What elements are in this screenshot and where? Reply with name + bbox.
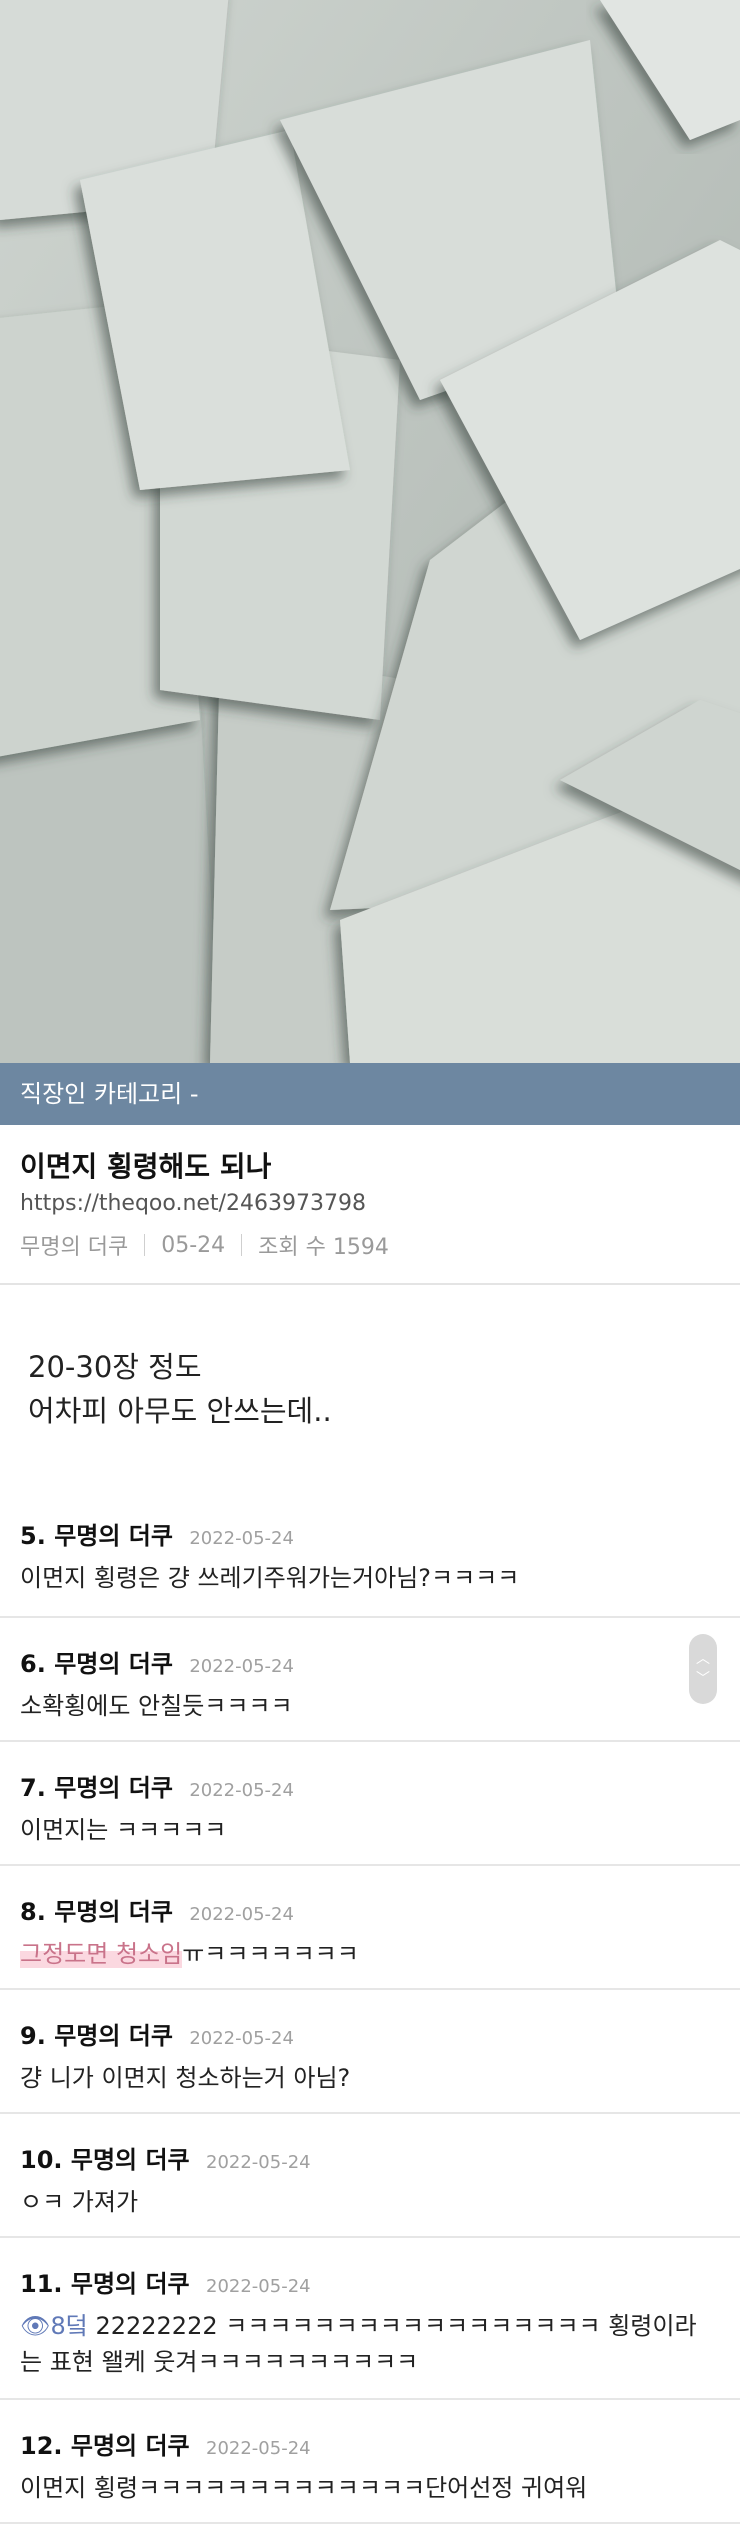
category-label: 직장인 카테고리 - — [20, 1080, 199, 1108]
comment-item: 12. 무명의 더쿠 2022-05-24 이면지 횡령ㅋㅋㅋㅋㅋㅋㅋㅋㅋㅋㅋㅋ… — [0, 2400, 740, 2524]
comment-number: 7. — [20, 1774, 46, 1802]
comment-text-rest: 22222222 ㅋㅋㅋㅋㅋㅋㅋㅋㅋㅋㅋㅋㅋㅋㅋㅋㅋ 횡령이라는 표현 왤케 웃… — [20, 2312, 697, 2376]
comment-date: 2022-05-24 — [206, 2276, 311, 2297]
scroll-control[interactable]: ︿ ﹀ — [689, 1634, 717, 1704]
comment-header: 12. 무명의 더쿠 2022-05-24 — [20, 2426, 311, 2461]
comment-date: 2022-05-24 — [189, 2028, 294, 2049]
post-header: 이면지 횡령해도 되나 https://theqoo.net/246397379… — [0, 1125, 740, 1285]
comment-author: 무명의 더쿠 — [54, 1522, 173, 1550]
comment-header: 9. 무명의 더쿠 2022-05-24 — [20, 2016, 294, 2051]
comment-date: 2022-05-24 — [206, 2438, 311, 2459]
comment-number: 8. — [20, 1898, 46, 1926]
comment-header: 5. 무명의 더쿠 2022-05-24 — [20, 1516, 294, 1551]
comment-text: 이면지는 ㅋㅋㅋㅋㅋ — [20, 1816, 227, 1844]
comment-text-rest: ㅠㅋㅋㅋㅋㅋㅋㅋ — [182, 1940, 359, 1968]
comment-item: 9. 무명의 더쿠 2022-05-24 걍 니가 이면지 청소하는거 아님? — [0, 1990, 740, 2114]
post-views: 조회 수 1594 — [258, 1235, 389, 1260]
comment-number: 10. — [20, 2146, 63, 2174]
comment-text: 이면지 횡령은 걍 쓰레기주워가는거아님?ㅋㅋㅋㅋ — [20, 1564, 520, 1592]
comment-header: 6. 무명의 더쿠 2022-05-24 — [20, 1644, 294, 1679]
meta-divider — [241, 1234, 243, 1256]
comment-item: 6. 무명의 더쿠 2022-05-24 소확횡에도 안칠듯ㅋㅋㅋㅋ — [0, 1618, 740, 1742]
comment-text: 👁8덬 22222222 ㅋㅋㅋㅋㅋㅋㅋㅋㅋㅋㅋㅋㅋㅋㅋㅋㅋ 횡령이라는 표현 … — [20, 2308, 716, 2380]
comment-author: 무명의 더쿠 — [54, 1774, 173, 1802]
comment-header: 10. 무명의 더쿠 2022-05-24 — [20, 2140, 311, 2175]
comment-author: 무명의 더쿠 — [70, 2270, 190, 2298]
paper-sheets-illustration — [0, 0, 740, 1063]
post-url-link[interactable]: https://theqoo.net/2463973798 — [20, 1191, 366, 1216]
post-body-line: 어차피 아무도 안쓰는데.. — [28, 1394, 332, 1428]
comment-item: 5. 무명의 더쿠 2022-05-24 이면지 횡령은 걍 쓰레기주워가는거아… — [0, 1490, 740, 1616]
eye-mention-link[interactable]: 👁8덬 — [20, 2312, 88, 2340]
comment-item: 7. 무명의 더쿠 2022-05-24 이면지는 ㅋㅋㅋㅋㅋ — [0, 1742, 740, 1866]
post-meta: 무명의 더쿠 05-24 조회 수 1594 — [20, 1229, 389, 1261]
hero-image — [0, 0, 740, 1063]
comment-header: 7. 무명의 더쿠 2022-05-24 — [20, 1768, 294, 1803]
comment-date: 2022-05-24 — [189, 1656, 294, 1677]
comment-number: 5. — [20, 1522, 46, 1550]
comment-author: 무명의 더쿠 — [70, 2146, 190, 2174]
comment-item: 10. 무명의 더쿠 2022-05-24 ㅇㅋ 가져가 — [0, 2114, 740, 2238]
comment-text: 걍 니가 이면지 청소하는거 아님? — [20, 2064, 351, 2092]
comment-date: 2022-05-24 — [189, 1780, 294, 1801]
comment-date: 2022-05-24 — [206, 2152, 311, 2173]
chevron-down-icon[interactable]: ﹀ — [696, 1672, 710, 1686]
comment-date: 2022-05-24 — [189, 1904, 294, 1925]
comment-item: 8. 무명의 더쿠 2022-05-24 그정도면 청소임ㅠㅋㅋㅋㅋㅋㅋㅋ — [0, 1866, 740, 1990]
comment-text: 그정도면 청소임ㅠㅋㅋㅋㅋㅋㅋㅋ — [20, 1936, 716, 1972]
comment-author: 무명의 더쿠 — [54, 1650, 173, 1678]
comment-text: 이면지 횡령ㅋㅋㅋㅋㅋㅋㅋㅋㅋㅋㅋㅋㅋ단어선정 귀여워 — [20, 2474, 588, 2502]
comment-text: 소확횡에도 안칠듯ㅋㅋㅋㅋ — [20, 1692, 293, 1720]
post-body: 20-30장 정도 어차피 아무도 안쓰는데.. — [28, 1345, 332, 1433]
post-date: 05-24 — [161, 1232, 226, 1258]
comment-number: 12. — [20, 2432, 63, 2460]
comment-number: 11. — [20, 2270, 63, 2298]
comment-item: 11. 무명의 더쿠 2022-05-24 👁8덬 22222222 ㅋㅋㅋㅋㅋ… — [0, 2238, 740, 2400]
category-bar[interactable]: 직장인 카테고리 - — [0, 1063, 740, 1125]
comment-author: 무명의 더쿠 — [54, 1898, 173, 1926]
comment-text: ㅇㅋ 가져가 — [20, 2188, 139, 2216]
comment-author: 무명의 더쿠 — [70, 2432, 190, 2460]
comment-header: 8. 무명의 더쿠 2022-05-24 — [20, 1892, 294, 1927]
post-body-line: 20-30장 정도 — [28, 1350, 202, 1384]
post-author: 무명의 더쿠 — [20, 1235, 129, 1260]
highlighted-text: 그정도면 청소임 — [20, 1940, 183, 1968]
comment-number: 6. — [20, 1650, 46, 1678]
meta-divider — [144, 1234, 146, 1256]
comment-number: 9. — [20, 2022, 46, 2050]
comment-author: 무명의 더쿠 — [54, 2022, 173, 2050]
post-title: 이면지 횡령해도 되나 — [20, 1150, 272, 1183]
comment-header: 11. 무명의 더쿠 2022-05-24 — [20, 2264, 311, 2299]
comment-date: 2022-05-24 — [189, 1528, 294, 1549]
chevron-up-icon[interactable]: ︿ — [696, 1652, 710, 1666]
